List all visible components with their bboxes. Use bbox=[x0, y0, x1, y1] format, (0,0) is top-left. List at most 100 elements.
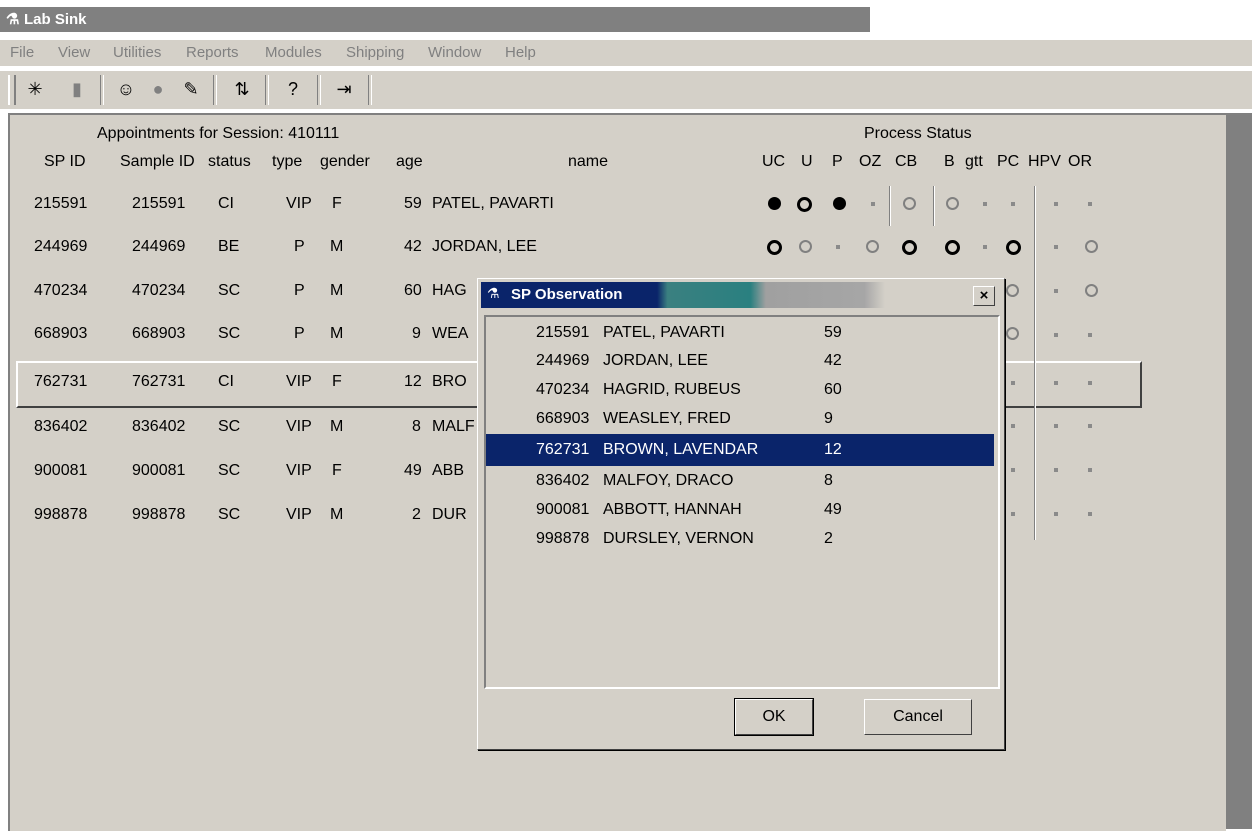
status-indicator[interactable] bbox=[1085, 240, 1098, 253]
col-header-gender[interactable]: gender bbox=[320, 153, 370, 171]
menu-utilities[interactable]: Utilities bbox=[113, 44, 161, 61]
list-item-id: 998878 bbox=[536, 530, 590, 547]
list-item[interactable]: 215591 PATEL, PAVARTI 59 bbox=[486, 319, 994, 347]
cell-status: SC bbox=[218, 325, 241, 342]
list-item[interactable]: 470234 HAGRID, RUBEUS 60 bbox=[486, 376, 994, 404]
status-indicator[interactable] bbox=[1088, 512, 1092, 516]
status-indicator[interactable] bbox=[1054, 245, 1058, 249]
status-indicator[interactable] bbox=[1088, 202, 1092, 206]
ok-button[interactable]: OK bbox=[734, 698, 814, 736]
cell-type: VIP bbox=[286, 418, 312, 435]
status-indicator[interactable] bbox=[1054, 512, 1058, 516]
list-item-id: 900081 bbox=[536, 501, 590, 518]
cell-age: 60 bbox=[404, 282, 422, 299]
status-indicator[interactable] bbox=[1011, 202, 1015, 206]
status-indicator[interactable] bbox=[1088, 424, 1092, 428]
sp-list[interactable]: 215591 PATEL, PAVARTI 59 244969 JORDAN, … bbox=[484, 315, 1000, 689]
status-indicator[interactable] bbox=[946, 197, 959, 210]
cell-type: P bbox=[294, 238, 305, 255]
close-icon[interactable]: × bbox=[973, 286, 995, 306]
col-header-status[interactable]: status bbox=[208, 153, 251, 171]
status-indicator[interactable] bbox=[767, 240, 782, 255]
status-indicator[interactable] bbox=[1011, 381, 1015, 385]
stop-icon[interactable]: ● bbox=[145, 76, 171, 102]
menu-window[interactable]: Window bbox=[428, 44, 481, 61]
list-item-selected[interactable]: 762731 BROWN, LAVENDAR 12 bbox=[486, 434, 994, 466]
sort-icon[interactable]: ⇅ bbox=[229, 76, 255, 102]
col-header-age[interactable]: age bbox=[396, 153, 423, 171]
status-separator bbox=[1034, 186, 1036, 540]
menu-shipping[interactable]: Shipping bbox=[346, 44, 404, 61]
col-header-u: U bbox=[801, 153, 813, 170]
cell-age: 9 bbox=[412, 325, 421, 342]
users-icon[interactable]: ☺ bbox=[113, 76, 139, 102]
status-indicator[interactable] bbox=[983, 245, 987, 249]
menu-view[interactable]: View bbox=[58, 44, 90, 61]
inspect-icon[interactable]: ✎ bbox=[178, 76, 204, 102]
cell-status: BE bbox=[218, 238, 240, 255]
list-item[interactable]: 900081 ABBOTT, HANNAH 49 bbox=[486, 496, 994, 524]
toolbar: ✳ ▮ ☺ ● ✎ ⇅ ? ⇥ bbox=[0, 70, 1252, 109]
status-indicator[interactable] bbox=[1088, 468, 1092, 472]
status-indicator[interactable] bbox=[945, 240, 960, 255]
status-indicator[interactable] bbox=[833, 197, 846, 210]
status-indicator[interactable] bbox=[1088, 333, 1092, 337]
status-indicator[interactable] bbox=[799, 240, 812, 253]
list-item-id: 215591 bbox=[536, 324, 590, 341]
status-indicator[interactable] bbox=[866, 240, 879, 253]
col-header-sample[interactable]: Sample ID bbox=[120, 153, 195, 171]
status-indicator[interactable] bbox=[983, 202, 987, 206]
list-item[interactable]: 244969 JORDAN, LEE 42 bbox=[486, 347, 994, 375]
menu-modules[interactable]: Modules bbox=[265, 44, 322, 61]
col-header-type[interactable]: type bbox=[272, 153, 302, 171]
status-indicator[interactable] bbox=[902, 240, 917, 255]
status-indicator[interactable] bbox=[1011, 424, 1015, 428]
dialog-title-bar[interactable]: ⚗ SP Observation × bbox=[481, 282, 999, 308]
status-indicator[interactable] bbox=[903, 197, 916, 210]
status-indicator[interactable] bbox=[1006, 240, 1021, 255]
menu-help[interactable]: Help bbox=[505, 44, 536, 61]
col-header-spid[interactable]: SP ID bbox=[44, 153, 86, 171]
dialog-title: SP Observation bbox=[511, 286, 623, 303]
cell-age: 2 bbox=[412, 506, 421, 523]
status-indicator[interactable] bbox=[1054, 333, 1058, 337]
toolbar-grip[interactable] bbox=[8, 75, 16, 105]
status-indicator[interactable] bbox=[836, 245, 840, 249]
cell-sample: 762731 bbox=[132, 373, 186, 390]
menu-reports[interactable]: Reports bbox=[186, 44, 239, 61]
open-icon[interactable]: ▮ bbox=[64, 76, 90, 102]
list-item[interactable]: 998878 DURSLEY, VERNON 2 bbox=[486, 525, 994, 553]
list-item-name: MALFOY, DRACO bbox=[603, 472, 734, 489]
cell-gender: M bbox=[330, 282, 344, 299]
status-indicator[interactable] bbox=[1006, 327, 1019, 340]
status-indicator[interactable] bbox=[1006, 284, 1019, 297]
cancel-button[interactable]: Cancel bbox=[864, 699, 972, 735]
status-indicator[interactable] bbox=[1054, 381, 1058, 385]
toolbar-separator bbox=[368, 75, 372, 105]
status-indicator[interactable] bbox=[871, 202, 875, 206]
status-indicator[interactable] bbox=[1011, 468, 1015, 472]
help-icon[interactable]: ? bbox=[280, 76, 306, 102]
status-indicator[interactable] bbox=[1054, 424, 1058, 428]
list-item[interactable]: 668903 WEASLEY, FRED 9 bbox=[486, 405, 994, 433]
col-header-name[interactable]: name bbox=[568, 153, 608, 171]
status-indicator[interactable] bbox=[1088, 381, 1092, 385]
status-indicator[interactable] bbox=[768, 197, 781, 210]
cell-status: SC bbox=[218, 506, 241, 523]
menu-file[interactable]: File bbox=[10, 44, 34, 61]
status-indicator[interactable] bbox=[1085, 284, 1098, 297]
cell-status: SC bbox=[218, 418, 241, 435]
list-item-name: DURSLEY, VERNON bbox=[603, 530, 754, 547]
col-header-or: OR bbox=[1068, 153, 1092, 170]
cell-spid: 244969 bbox=[34, 238, 88, 255]
cell-status: CI bbox=[218, 373, 234, 390]
exit-icon[interactable]: ⇥ bbox=[331, 76, 357, 102]
list-item[interactable]: 836402 MALFOY, DRACO 8 bbox=[486, 467, 994, 495]
status-indicator[interactable] bbox=[797, 197, 812, 212]
status-indicator[interactable] bbox=[1054, 468, 1058, 472]
list-item-id: 470234 bbox=[536, 381, 590, 398]
new-icon[interactable]: ✳ bbox=[22, 76, 48, 102]
status-indicator[interactable] bbox=[1054, 202, 1058, 206]
status-indicator[interactable] bbox=[1054, 289, 1058, 293]
status-indicator[interactable] bbox=[1011, 512, 1015, 516]
